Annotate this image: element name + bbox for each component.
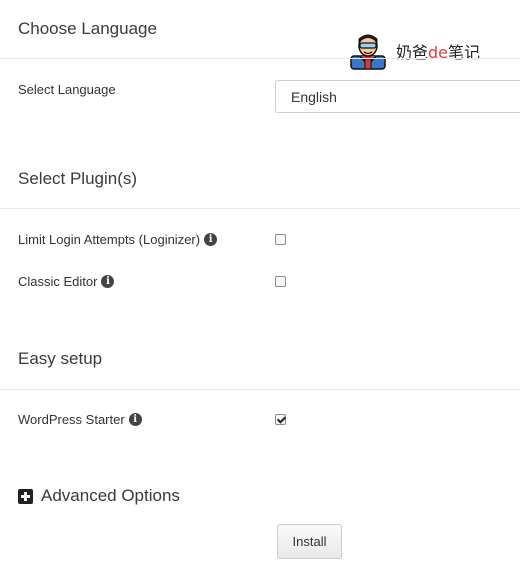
easy-setup-heading: Easy setup: [18, 349, 103, 368]
advanced-options-toggle[interactable]: Advanced Options: [18, 486, 180, 506]
plugin-label-classic-editor: Classic Editor: [18, 274, 98, 289]
info-icon[interactable]: i: [204, 233, 218, 246]
watermark-text: 奶爸de笔记: [396, 43, 481, 62]
plugin-row-classic-editor: Classic Editor i: [18, 274, 115, 289]
info-icon[interactable]: i: [101, 275, 115, 288]
choose-language-heading: Choose Language: [18, 19, 157, 38]
loginizer-checkbox[interactable]: [275, 234, 286, 245]
language-select[interactable]: English: [275, 80, 520, 113]
advanced-options-label: Advanced Options: [41, 486, 180, 505]
divider: [0, 389, 520, 390]
divider: [0, 208, 520, 209]
install-button[interactable]: Install: [277, 524, 342, 559]
classic-editor-checkbox[interactable]: [275, 276, 286, 287]
easy-setup-label-wordpress-starter: WordPress Starter: [18, 412, 125, 427]
plugin-label-loginizer: Limit Login Attempts (Loginizer): [18, 232, 201, 247]
divider: [0, 58, 520, 59]
language-select-value: English: [291, 88, 337, 105]
select-language-label: Select Language: [18, 82, 116, 97]
easy-setup-row-wordpress-starter: WordPress Starter i: [18, 412, 142, 427]
plugin-row-loginizer: Limit Login Attempts (Loginizer) i: [18, 232, 218, 247]
cartoon-avatar-icon: [350, 34, 386, 70]
plus-icon: [18, 488, 33, 504]
info-icon[interactable]: i: [128, 413, 142, 426]
select-plugins-heading: Select Plugin(s): [18, 169, 138, 188]
watermark: 奶爸de笔记: [348, 32, 480, 70]
wordpress-starter-checkbox[interactable]: [275, 414, 286, 425]
